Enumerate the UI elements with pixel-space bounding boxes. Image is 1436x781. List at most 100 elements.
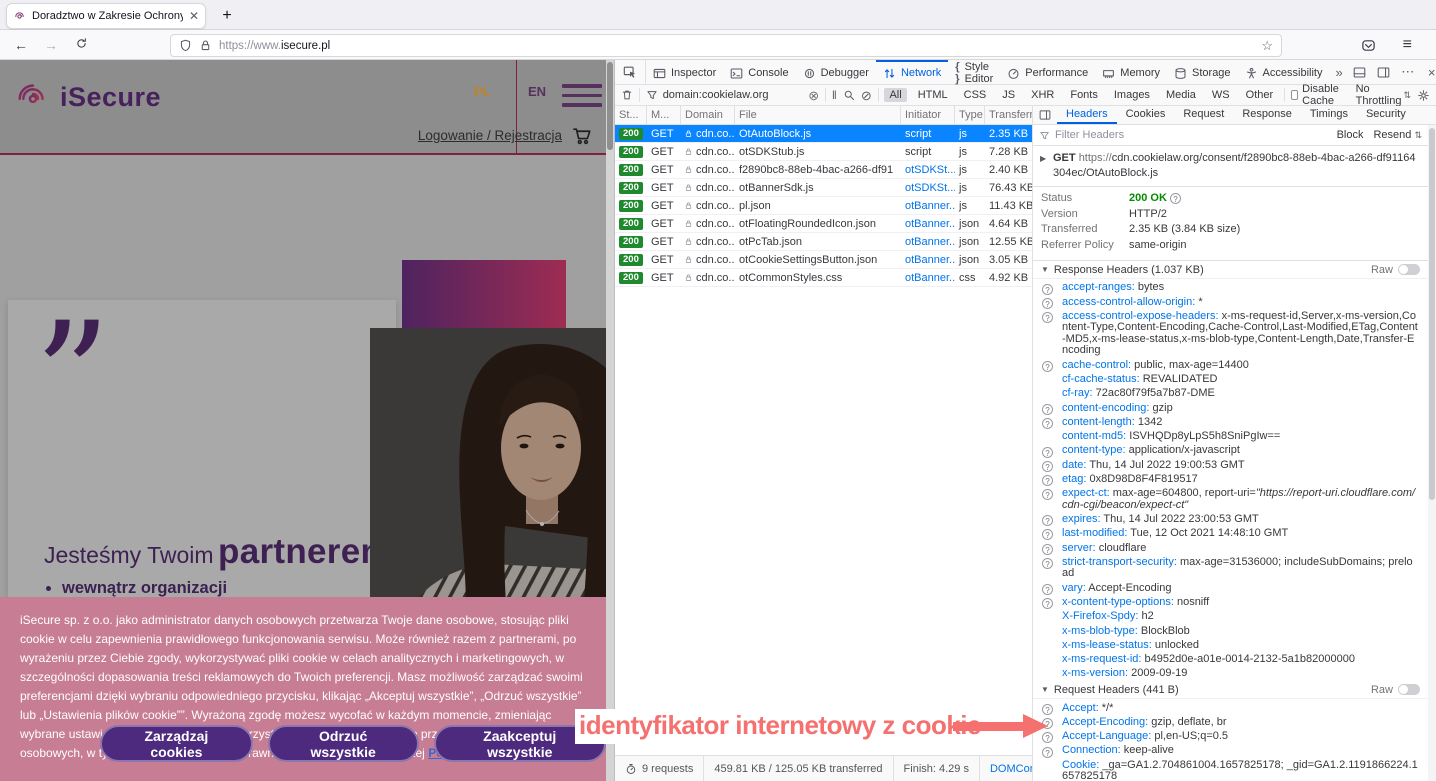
devtool-tab-style-editor[interactable]: { }Style Editor (948, 60, 1000, 84)
header-row[interactable]: ?content-encoding: gzip (1033, 401, 1428, 415)
table-row[interactable]: 200GETcdn.co...otCommonStyles.cssotBanne… (615, 269, 1032, 287)
panel-scrollbar-thumb[interactable] (1429, 128, 1435, 500)
column-header-initiator[interactable]: Initiator (901, 106, 955, 124)
devtool-tab-accessibility[interactable]: Accessibility (1238, 60, 1330, 84)
header-row[interactable]: cf-ray: 72ac80f79f5a7b87-DME (1033, 387, 1428, 401)
back-button[interactable]: ← (10, 34, 32, 56)
header-row[interactable]: content-md5: ISVHQDp8yLpS5h8SniPgIw== (1033, 430, 1428, 444)
column-header-domain[interactable]: Domain (681, 106, 735, 124)
toggle-switch[interactable] (1398, 684, 1420, 695)
table-row[interactable]: 200GETcdn.co...pl.jsonotBanner...js11.43… (615, 197, 1032, 215)
header-row[interactable]: x-ms-blob-type: BlockBlob (1033, 624, 1428, 638)
pocket-icon[interactable] (1361, 34, 1376, 56)
manage-cookies-button[interactable]: Zarządzaj cookies (100, 725, 253, 762)
page-scrollbar[interactable] (606, 60, 614, 781)
close-icon[interactable]: × (1421, 62, 1436, 82)
devtool-tab-network[interactable]: Network (876, 60, 948, 84)
lock-icon[interactable] (199, 39, 212, 52)
browser-tab[interactable]: Doradztwo w Zakresie Ochrony Dany ✕ (6, 3, 206, 29)
browser-menu-icon[interactable]: ≡ (1403, 34, 1412, 56)
header-row[interactable]: ?content-length: 1342 (1033, 415, 1428, 429)
header-row[interactable]: ?cache-control: public, max-age=14400 (1033, 358, 1428, 372)
reject-all-button[interactable]: Odrzuć wszystkie (268, 725, 419, 762)
header-row[interactable]: ?access-control-expose-headers: x-ms-req… (1033, 310, 1428, 359)
pause-traffic-icon[interactable]: ‖ (832, 89, 837, 101)
header-row[interactable]: ?etag: 0x8D98D8F4F819517 (1033, 473, 1428, 487)
table-row[interactable]: 200GETcdn.co...otCookieSettingsButton.js… (615, 251, 1032, 269)
table-row[interactable]: 200GETcdn.co...otSDKStub.jsscriptjs7.28 … (615, 143, 1032, 161)
header-row[interactable]: x-ms-request-id: b4952d0e-a01e-0014-2132… (1033, 653, 1428, 667)
detail-tab-cookies[interactable]: Cookies (1117, 106, 1175, 124)
header-row[interactable]: ?Connection: keep-alive (1033, 744, 1428, 758)
request-url-line[interactable]: ▶ GET https://cdn.cookielaw.org/consent/… (1033, 146, 1428, 187)
help-icon[interactable]: ? (1042, 284, 1053, 295)
header-row[interactable]: ?vary: Accept-Encoding (1033, 581, 1428, 595)
devtool-tab-memory[interactable]: Memory (1095, 60, 1167, 84)
request-initiator[interactable]: otSDKSt... (901, 182, 955, 194)
search-icon[interactable] (843, 89, 855, 101)
toggle-switch[interactable] (1398, 264, 1420, 275)
header-row[interactable]: cf-cache-status: REVALIDATED (1033, 373, 1428, 387)
help-icon[interactable]: ? (1170, 193, 1181, 204)
table-row[interactable]: 200GETcdn.co...otPcTab.jsonotBanner...js… (615, 233, 1032, 251)
help-icon[interactable]: ? (1042, 475, 1053, 486)
raw-toggle-response[interactable]: Raw (1371, 264, 1420, 276)
column-header-file[interactable]: File (735, 106, 901, 124)
filter-type-js[interactable]: JS (997, 88, 1020, 102)
block-request-icon[interactable]: ⊘ (861, 89, 872, 102)
response-headers-section[interactable]: ▼ Response Headers (1.037 KB) Raw (1033, 261, 1428, 279)
disable-cache-checkbox[interactable]: Disable Cache (1291, 83, 1350, 107)
language-en-button[interactable]: EN (528, 84, 546, 99)
detail-tab-request[interactable]: Request (1174, 106, 1233, 124)
filter-type-images[interactable]: Images (1109, 88, 1155, 102)
site-menu-icon[interactable] (562, 84, 602, 107)
help-icon[interactable]: ? (1042, 447, 1053, 458)
header-row[interactable]: ?access-control-allow-origin: * (1033, 295, 1428, 309)
tab-close-icon[interactable]: ✕ (189, 9, 199, 23)
help-icon[interactable]: ? (1042, 584, 1053, 595)
caret-down-icon[interactable]: ▼ (1041, 265, 1049, 274)
header-row[interactable]: ?last-modified: Tue, 12 Oct 2021 14:48:1… (1033, 527, 1428, 541)
header-row[interactable]: ?accept-ranges: bytes (1033, 281, 1428, 295)
help-icon[interactable]: ? (1042, 361, 1053, 372)
filter-type-html[interactable]: HTML (913, 88, 953, 102)
request-initiator[interactable]: otBanner... (901, 254, 955, 266)
help-icon[interactable]: ? (1042, 298, 1053, 309)
login-register-link[interactable]: Logowanie / Rejestracja (418, 128, 562, 143)
detail-tab-response[interactable]: Response (1233, 106, 1301, 124)
raw-toggle-request[interactable]: Raw (1371, 684, 1420, 696)
column-header-st[interactable]: St... (615, 106, 647, 124)
request-initiator[interactable]: otBanner... (901, 236, 955, 248)
new-tab-button[interactable]: + (215, 4, 239, 28)
help-icon[interactable]: ? (1042, 461, 1053, 472)
header-row[interactable]: Cookie: _ga=GA1.2.704861004.1657825178; … (1033, 758, 1428, 781)
column-header-m[interactable]: M... (647, 106, 681, 124)
more-options-icon[interactable]: ⋯ (1397, 62, 1419, 82)
column-header-type[interactable]: Type (955, 106, 985, 124)
page-scrollbar-thumb[interactable] (607, 62, 613, 150)
dock-side-icon[interactable] (1373, 62, 1395, 82)
filter-type-media[interactable]: Media (1161, 88, 1201, 102)
devtool-tab-console[interactable]: Console (723, 60, 795, 84)
throttling-dropdown[interactable]: No Throttling ⇅ (1356, 83, 1411, 107)
header-row[interactable]: x-ms-version: 2009-09-19 (1033, 667, 1428, 681)
table-row[interactable]: 200GETcdn.co...otFloatingRoundedIcon.jso… (615, 215, 1032, 233)
filter-type-all[interactable]: All (884, 88, 906, 102)
filter-type-css[interactable]: CSS (959, 88, 992, 102)
table-row[interactable]: 200GETcdn.co...otBannerSdk.jsotSDKSt...j… (615, 179, 1032, 197)
header-row[interactable]: ?Accept-Encoding: gzip, deflate, br (1033, 716, 1428, 730)
split-console-icon[interactable] (1349, 62, 1371, 82)
block-url-button[interactable]: Block (1337, 129, 1364, 141)
devtool-tab-inspector[interactable]: Inspector (646, 60, 723, 84)
filter-type-fonts[interactable]: Fonts (1065, 88, 1103, 102)
table-row[interactable]: 200GETcdn.co...OtAutoBlock.jsscriptjs2.3… (615, 125, 1032, 143)
header-row[interactable]: ?Accept-Language: pl,en-US;q=0.5 (1033, 730, 1428, 744)
more-tools-icon[interactable]: » (1329, 60, 1348, 84)
sidebar-toggle-icon[interactable] (1033, 106, 1057, 124)
caret-down-icon[interactable]: ▼ (1041, 685, 1049, 694)
header-row[interactable]: ?expect-ct: max-age=604800, report-uri="… (1033, 487, 1428, 513)
header-row[interactable]: ?date: Thu, 14 Jul 2022 19:00:53 GMT (1033, 458, 1428, 472)
site-logo[interactable]: iSecure (14, 78, 161, 116)
help-icon[interactable]: ? (1042, 489, 1053, 500)
help-icon[interactable]: ? (1042, 418, 1053, 429)
